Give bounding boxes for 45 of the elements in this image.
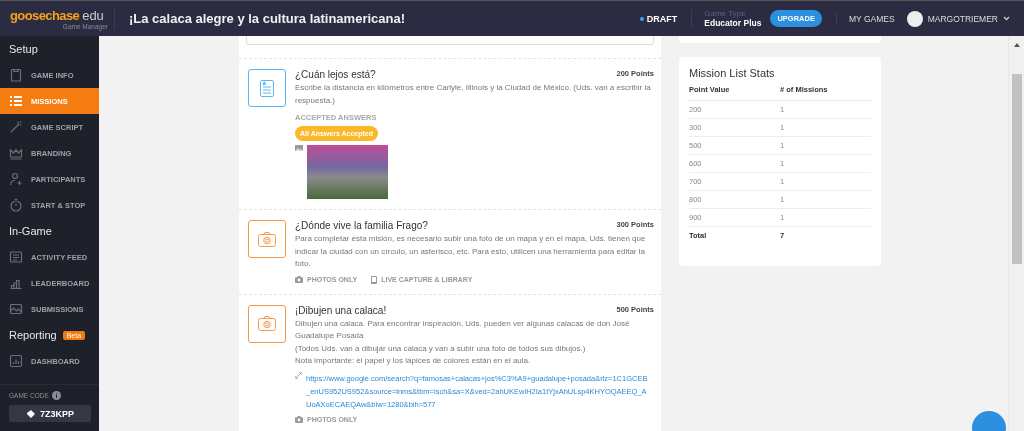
wand-icon	[9, 120, 23, 134]
status-label: DRAFT	[646, 13, 678, 24]
phone-icon	[371, 275, 378, 284]
status-dot-icon	[639, 16, 644, 21]
list-icon	[9, 94, 23, 108]
mission-description: Dibujen una calaca. Para encontrar inspiración, Uds. pueden ver algunas calacas de don José Guadalupe Posada	[295, 317, 631, 342]
logo-edu: edu	[82, 7, 104, 23]
mission-description: Escribe la distancia en kilómetros entre Carlyle, Illinois y la Ciudad de México. (Uds. van a escribir la respuesta.)	[295, 82, 652, 107]
photo-placeholder[interactable]	[307, 145, 388, 199]
my-games-link[interactable]: MY GAMES	[835, 13, 895, 24]
document-icon	[9, 250, 23, 264]
image-icon	[295, 145, 303, 151]
user-menu[interactable]: MARGOTRIEMER	[927, 13, 998, 24]
logo-wordmark[interactable]: goosechase	[10, 7, 80, 23]
clipboard-icon	[9, 68, 23, 82]
input-field[interactable]	[246, 36, 654, 45]
section-title: Setup	[9, 43, 38, 55]
scrollbar[interactable]	[1008, 36, 1024, 431]
mission-title[interactable]: ¡Dibujen una calaca!	[295, 304, 387, 316]
mission-description: (Todos Uds. van a dibujar una calaca y van a subir una foto de todos sus dibujos.)	[295, 342, 586, 355]
chart-icon	[9, 354, 23, 368]
image-icon	[9, 302, 23, 316]
mission-title[interactable]: ¿Cuán lejos está?	[295, 69, 376, 80]
game-type-value: Educator Plus	[704, 18, 762, 28]
camera-icon	[295, 276, 303, 283]
info-icon[interactable]	[51, 391, 61, 400]
scrollbar-thumb[interactable]	[1011, 74, 1022, 264]
avatar-icon[interactable]	[906, 10, 923, 27]
game-title: ¡La calaca alegre y la cultura latinamericana!	[129, 11, 406, 26]
mission-title[interactable]: ¿Dónde vive la familia Frago?	[295, 220, 428, 231]
section-title: In-Game	[9, 225, 52, 237]
chevron-down-icon[interactable]	[1003, 16, 1010, 21]
mission-description: Para completar esta misión, es necesario subir una foto de un mapa y en el mapa, Uds. tienen que indicar la ciudad con un círculo, un asterisco, etc. Para esto, utilicen una herramienta para editar la foto.	[295, 233, 647, 270]
scroll-up-icon[interactable]	[1013, 43, 1020, 47]
section-title: Reporting	[9, 329, 57, 341]
mission-description: Nota importante: el papel y los lápices de colores están en el aula.	[295, 355, 531, 367]
photo-mission-icon	[248, 304, 286, 343]
photo-mission-icon	[248, 220, 286, 258]
crown-icon	[9, 146, 23, 160]
game-code-button[interactable]: 7Z3KPP	[9, 405, 91, 422]
stopwatch-icon	[9, 198, 23, 212]
text-mission-icon	[248, 69, 286, 107]
stats-title: Mission List Stats	[689, 67, 776, 79]
person-add-icon	[9, 172, 23, 186]
camera-icon	[295, 415, 303, 423]
